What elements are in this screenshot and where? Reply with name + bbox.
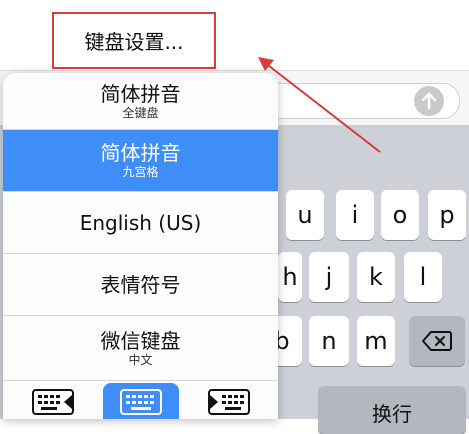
keyboard-mode-switcher (3, 383, 278, 419)
key-h[interactable]: h (278, 252, 302, 302)
key-i[interactable]: i (336, 190, 374, 240)
key-j[interactable]: j (309, 252, 349, 302)
left-keyboard-icon[interactable] (32, 389, 74, 415)
key-l[interactable]: l (404, 252, 442, 302)
delete-key[interactable] (409, 316, 465, 366)
full-keyboard-icon[interactable] (120, 389, 162, 415)
menu-item-sublabel: 全键盘 (122, 105, 159, 120)
menu-item-english[interactable]: English (US) (3, 192, 278, 254)
key-n[interactable]: n (309, 316, 349, 366)
right-keyboard-icon[interactable] (208, 389, 250, 415)
menu-item-sublabel: 中文 (128, 352, 153, 367)
menu-item-pinyin-9key[interactable]: 简体拼音 九宫格 (3, 130, 278, 192)
send-button[interactable] (414, 86, 444, 116)
key-u[interactable]: u (286, 190, 324, 240)
menu-item-sublabel: 九宫格 (122, 165, 159, 179)
menu-item-wechat-keyboard[interactable]: 微信键盘 中文 (3, 316, 278, 381)
key-o[interactable]: o (381, 190, 419, 240)
key-k[interactable]: k (357, 252, 395, 302)
menu-item-label: 简体拼音 (100, 81, 181, 106)
keyboard-settings-button[interactable]: 键盘设置... (52, 12, 216, 69)
menu-item-label: 简体拼音 (100, 141, 181, 165)
key-m[interactable]: m (357, 316, 395, 366)
backspace-icon (422, 331, 452, 351)
return-key[interactable]: 换行 (318, 386, 466, 434)
menu-item-label: English (US) (79, 210, 202, 235)
keyboard-switcher-menu: 简体拼音 全键盘 简体拼音 九宫格 English (US) 表情符号 微信键盘… (3, 73, 278, 419)
menu-item-pinyin-full[interactable]: 简体拼音 全键盘 (3, 73, 278, 130)
key-p[interactable]: p (428, 190, 466, 240)
menu-item-label: 表情符号 (100, 272, 181, 297)
menu-item-label: 微信键盘 (100, 328, 181, 353)
arrow-up-icon (421, 92, 437, 110)
menu-item-emoji[interactable]: 表情符号 (3, 254, 278, 316)
